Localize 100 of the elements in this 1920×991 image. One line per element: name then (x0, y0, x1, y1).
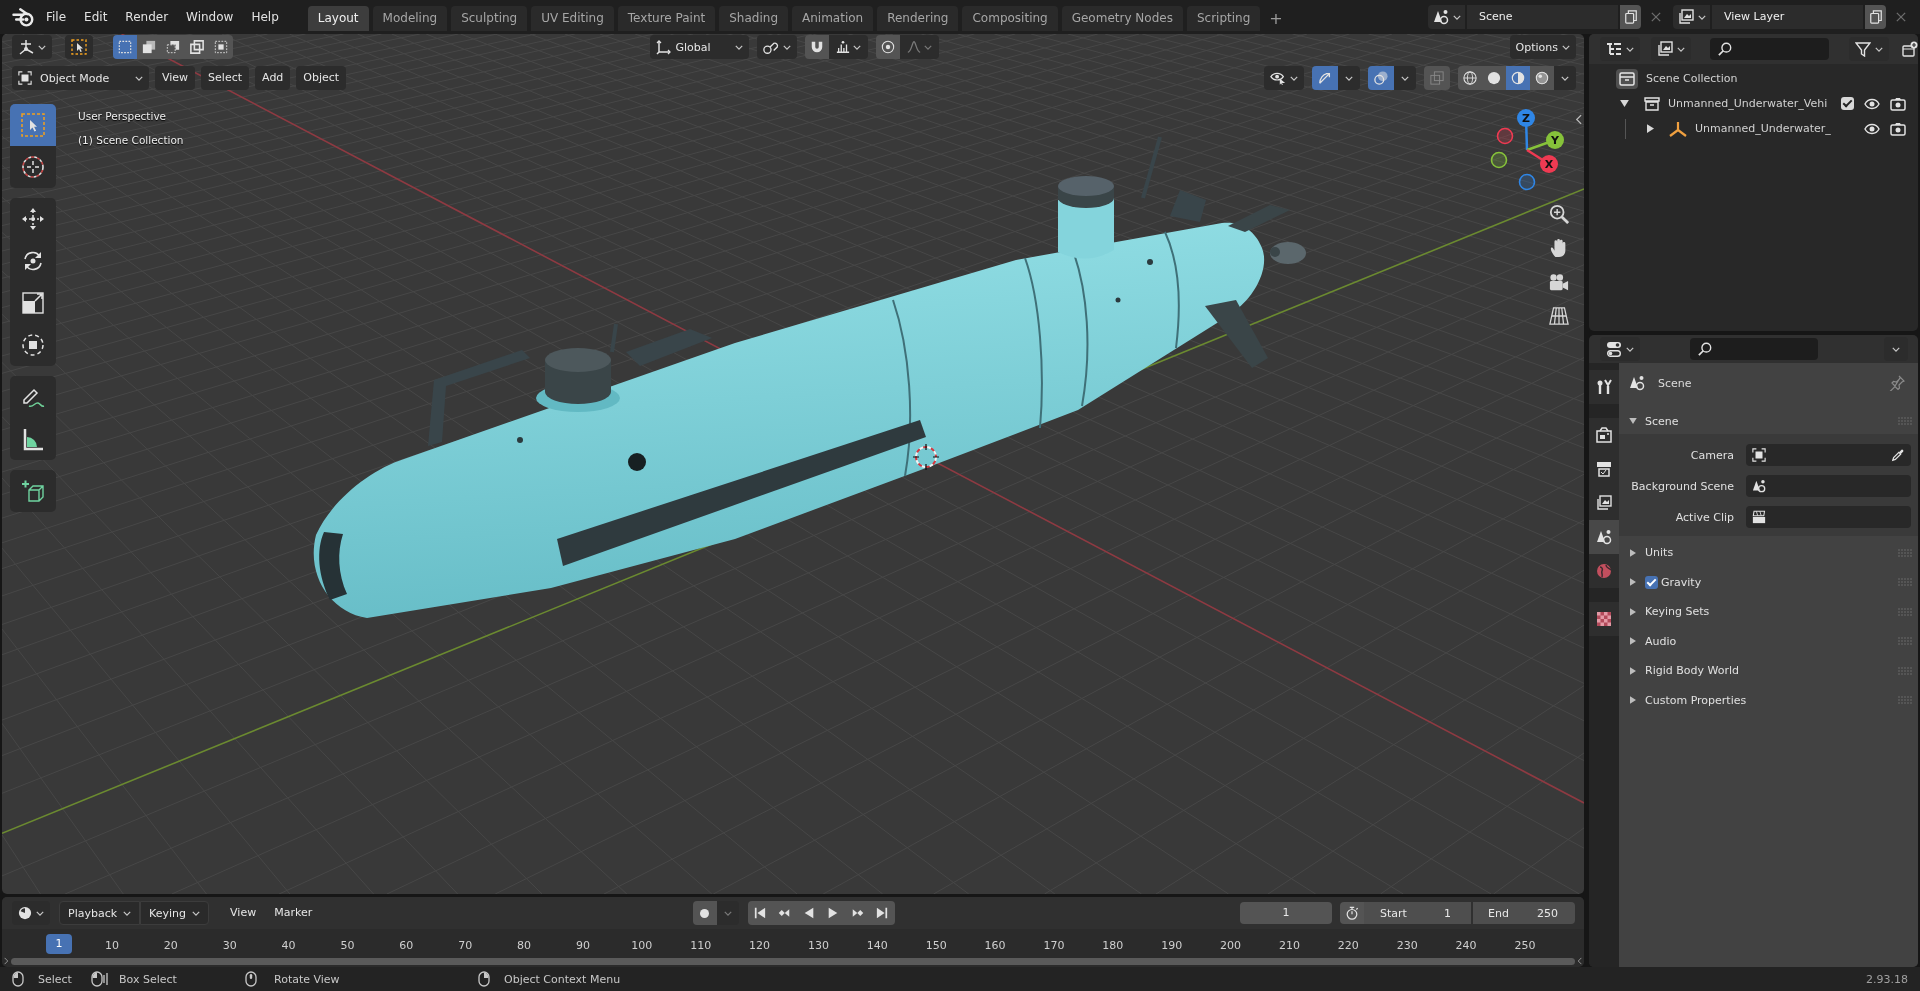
end-frame-field[interactable]: End 250 (1473, 902, 1575, 924)
xray-toggle[interactable] (1424, 66, 1450, 90)
snap-toggle[interactable] (804, 35, 829, 59)
menu-item[interactable]: Add (255, 66, 291, 90)
new-view-layer-button[interactable] (1865, 5, 1886, 29)
zoom-icon[interactable] (1549, 204, 1569, 224)
start-frame-field[interactable]: Start 1 (1364, 902, 1471, 924)
axis-handle[interactable]: Z (1517, 109, 1535, 151)
negative-axis-handle[interactable] (1496, 127, 1514, 145)
editor-type-dropdown[interactable] (12, 901, 50, 925)
tool-button[interactable] (10, 146, 56, 188)
properties-tab[interactable] (1589, 486, 1619, 520)
workspace-tab[interactable]: UV Editing (531, 6, 614, 31)
shading-dropdown[interactable] (1554, 66, 1576, 90)
playback-button[interactable] (747, 901, 772, 925)
close-icon[interactable] (1896, 12, 1906, 22)
outliner-item[interactable]: Unmanned_Underwater_ (1695, 122, 1841, 135)
menu-item[interactable]: Marker (265, 901, 322, 925)
snap-target-dropdown[interactable] (828, 35, 868, 59)
expand-arrow-icon[interactable] (1647, 124, 1654, 133)
editor-type-dropdown[interactable] (1600, 37, 1640, 61)
negative-axis-handle[interactable] (1518, 173, 1536, 191)
overlay-toggle[interactable] (1368, 66, 1394, 90)
app-logo-icon[interactable] (12, 7, 34, 27)
menu-dropdown[interactable]: Keying (140, 901, 210, 925)
eye-icon[interactable] (1864, 97, 1880, 110)
menu-item[interactable]: Help (242, 6, 288, 28)
pivot-dropdown[interactable] (756, 35, 797, 59)
menu-item[interactable]: Window (177, 6, 243, 28)
view-layer-dropdown[interactable] (1673, 5, 1710, 29)
workspace-tab[interactable]: Scripting (1186, 6, 1261, 31)
axis-handle[interactable]: Y (1526, 131, 1564, 152)
properties-tab[interactable] (1589, 602, 1619, 636)
workspace-tab[interactable]: Shading (719, 6, 788, 31)
overlay-dropdown[interactable] (1394, 66, 1416, 90)
menu-dropdown[interactable]: Playback (59, 901, 141, 925)
playhead[interactable]: 1 (46, 934, 72, 954)
axis-handle[interactable]: X (1526, 148, 1558, 173)
tool-button[interactable] (10, 324, 56, 366)
current-frame-field[interactable]: 1 (1240, 902, 1332, 924)
outliner-item[interactable]: Unmanned_Underwater_Vehi (1668, 97, 1841, 110)
workspace-tab[interactable]: Sculpting (451, 6, 528, 31)
menu-item[interactable]: View (221, 901, 266, 925)
menu-item[interactable]: Render (116, 6, 178, 28)
object-field[interactable] (1746, 475, 1911, 497)
add-workspace-button[interactable]: + (1264, 6, 1288, 31)
search-field[interactable] (1690, 338, 1818, 360)
workspace-tab[interactable]: Geometry Nodes (1061, 6, 1183, 31)
workspace-tab[interactable]: Texture Paint (617, 6, 716, 31)
camera-icon[interactable] (1549, 272, 1569, 292)
scrollbar[interactable] (11, 957, 1575, 965)
scene-type-dropdown[interactable] (1428, 5, 1465, 29)
shading-mode-button[interactable] (1506, 66, 1530, 90)
properties-tab[interactable] (1589, 418, 1619, 452)
expand-arrow-icon[interactable] (1620, 100, 1629, 107)
options-dropdown[interactable]: Options (1509, 35, 1576, 59)
grid-icon[interactable] (1549, 306, 1569, 326)
box-plus-icon[interactable] (1902, 41, 1918, 57)
menu-item[interactable]: Select (201, 66, 250, 90)
negative-axis-handle[interactable] (1490, 151, 1508, 169)
close-icon[interactable] (1651, 12, 1661, 22)
display-mode-dropdown[interactable] (1651, 37, 1691, 61)
selection-mode-button[interactable] (137, 35, 161, 59)
tool-button[interactable] (10, 418, 56, 460)
properties-tab[interactable] (1589, 520, 1619, 554)
workspace-tab[interactable]: Layout (307, 6, 369, 31)
shading-mode-button[interactable] (1482, 66, 1506, 90)
menu-item[interactable]: Edit (75, 6, 117, 28)
chevron-left-icon[interactable] (1575, 114, 1582, 125)
menu-item[interactable]: File (37, 6, 76, 28)
gizmo-dropdown[interactable] (1338, 66, 1360, 90)
editor-type-dropdown[interactable] (12, 35, 52, 59)
tool-button[interactable] (10, 198, 56, 240)
preview-range-toggle[interactable] (1340, 902, 1364, 924)
selectability-dropdown[interactable] (1264, 66, 1304, 90)
checkbox[interactable] (1645, 575, 1658, 589)
editor-type-dropdown[interactable] (1600, 337, 1640, 361)
new-scene-button[interactable] (1620, 5, 1641, 29)
gizmo-toggle[interactable] (1312, 66, 1338, 90)
tool-button[interactable] (10, 470, 56, 512)
menu-item[interactable]: Object (296, 66, 347, 90)
properties-tab[interactable] (1589, 370, 1619, 404)
pin-icon[interactable] (1889, 375, 1905, 391)
chevron-left-icon[interactable] (1577, 957, 1582, 965)
auto-key-toggle[interactable] (692, 901, 717, 925)
orientation-dropdown[interactable]: Global (649, 35, 749, 59)
camera-icon[interactable] (1890, 121, 1906, 136)
outliner-item[interactable]: Scene Collection (1646, 72, 1906, 85)
workspace-tab[interactable]: Animation (792, 6, 874, 31)
eyedropper-icon[interactable] (1891, 448, 1905, 462)
mode-dropdown[interactable]: Object Mode (12, 66, 149, 90)
object-field[interactable] (1746, 444, 1911, 466)
selection-mode-button[interactable] (113, 35, 137, 59)
shading-mode-button[interactable] (1530, 66, 1554, 90)
view-layer-field[interactable]: View Layer (1712, 5, 1863, 29)
proportional-edit-toggle[interactable] (875, 35, 900, 59)
shading-mode-button[interactable] (1458, 66, 1482, 90)
active-tool-button[interactable] (65, 35, 93, 59)
selection-mode-button[interactable] (209, 35, 233, 59)
scene-field[interactable]: Scene (1467, 5, 1618, 29)
